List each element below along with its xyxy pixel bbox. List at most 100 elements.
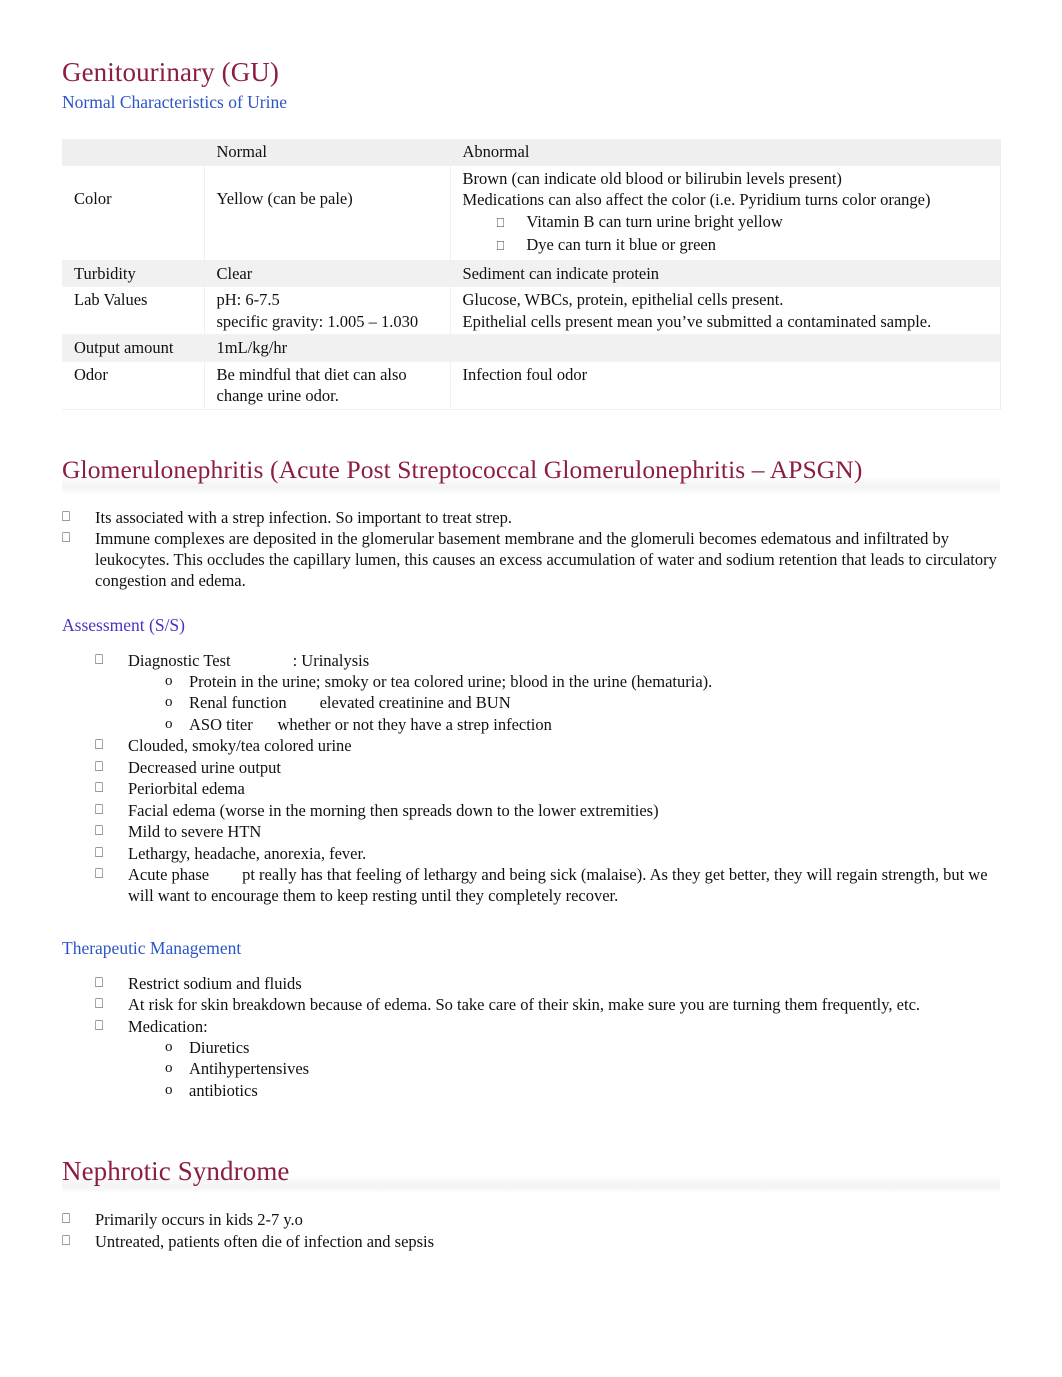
bullet-o-icon: o xyxy=(165,1060,173,1076)
medication-sub-list: o Diuretics o Antihypertensives o antibi… xyxy=(161,1037,1000,1101)
row-abnormal-turbidity: Sediment can indicate protein xyxy=(450,260,1001,287)
list-item: o ASO titer whether or not they have a s… xyxy=(161,714,1000,735)
page-title: Genitourinary (GU) xyxy=(62,57,279,87)
bullet-box-icon: ⎕ xyxy=(95,780,104,796)
row-label-color: Color xyxy=(62,165,205,261)
table-row: Odor Be mindful that diet can also chang… xyxy=(62,361,1001,410)
bullet-box-icon: ⎕ xyxy=(62,1211,71,1227)
diagnostic-test-label: Diagnostic Test xyxy=(128,650,231,670)
list-item-label: ASO titer whether or not they have a str… xyxy=(189,714,552,734)
subsection-heading-therapeutic-management: Therapeutic Management xyxy=(62,937,242,958)
list-item-label: Decreased urine output xyxy=(128,757,282,777)
row-label-lab-values: Lab Values xyxy=(62,286,205,335)
table-row: Lab Values pH: 6-7.5 specific gravity: 1… xyxy=(62,286,1001,335)
row-normal-output-amount: 1mL/kg/hr xyxy=(204,334,451,362)
list-item-label: Clouded, smoky/tea colored urine xyxy=(128,736,352,755)
list-item: ⎕ Mild to severe HTN xyxy=(95,821,1000,842)
bullet-o-icon: o xyxy=(165,715,173,732)
assessment-list: ⎕ Diagnostic Test : Urinalysis o Protein … xyxy=(95,650,1000,907)
list-item: ⎕ Primarily occurs in kids 2-7 y.o xyxy=(62,1209,1000,1230)
bullet-box-icon: ⎕ xyxy=(95,844,104,861)
table-row: Turbidity Clear Sediment can indicate pr… xyxy=(62,260,1001,287)
abnormal-sub-bullet: ⎕ Vitamin B can turn urine bright yellow xyxy=(496,211,783,231)
list-item: o Diuretics xyxy=(161,1037,1000,1058)
list-item-label: Restrict sodium and fluids xyxy=(128,973,302,993)
bullet-box-icon: ⎕ xyxy=(95,737,104,753)
row-label-output-amount: Output amount xyxy=(62,334,205,362)
list-item-label: Acute phase pt really has that feeling o… xyxy=(128,865,992,905)
list-item-label: Periorbital edema xyxy=(128,779,245,798)
list-item: ⎕ Lethargy, headache, anorexia, fever. xyxy=(95,843,1000,864)
abnormal-sub-bullet: ⎕ Dye can turn it blue or green xyxy=(496,235,717,254)
col-header-abnormal: Abnormal xyxy=(450,139,1001,166)
table-header-row: Normal Abnormal xyxy=(62,139,1001,166)
table-row: Output amount 1mL/kg/hr xyxy=(62,334,1001,362)
list-item: ⎕ Decreased urine output xyxy=(95,757,1000,778)
row-abnormal-odor: Infection foul odor xyxy=(450,361,1001,410)
list-item: ⎕ Periorbital edema xyxy=(95,778,1000,799)
list-item: ⎕ Facial edema (worse in the morning the… xyxy=(95,800,1000,821)
row-normal-color: Yellow (can be pale) xyxy=(204,165,451,261)
bullet-box-icon: ⎕ xyxy=(95,801,104,818)
section-heading-nephrotic-syndrome: Nephrotic Syndrome xyxy=(62,1156,290,1186)
row-abnormal-output-amount xyxy=(450,334,1001,362)
row-label-turbidity: Turbidity xyxy=(62,260,205,287)
glomerulonephritis-intro-list: ⎕ Its associated with a strep infection.… xyxy=(62,507,1000,592)
list-item: ⎕ Untreated, patients often die of infec… xyxy=(62,1231,1000,1252)
bullet-box-icon: ⎕ xyxy=(95,1017,104,1034)
list-item: ⎕ Clouded, smoky/tea colored urine xyxy=(95,735,1000,756)
list-item: ⎕ Acute phase pt really has that feeling… xyxy=(95,864,1000,906)
list-item: o Protein in the urine; smoky or tea col… xyxy=(161,671,1000,692)
list-item-label: antibiotics xyxy=(189,1080,258,1100)
therapeutic-management-list: ⎕ Restrict sodium and fluids ⎕ At risk f… xyxy=(95,973,1000,1101)
bullet-box-icon: ⎕ xyxy=(95,651,104,668)
bullet-box-icon: ⎕ xyxy=(95,823,104,839)
list-item-label: Untreated, patients often die of infecti… xyxy=(95,1231,435,1251)
bullet-box-icon: ⎕ xyxy=(496,239,505,254)
list-item: ⎕ Its associated with a strep infection.… xyxy=(62,507,1000,528)
list-item-label: Protein in the urine; smoky or tea color… xyxy=(189,671,713,691)
bullet-o-icon: o xyxy=(165,1038,173,1055)
nephrotic-list: ⎕ Primarily occurs in kids 2-7 y.o ⎕ Unt… xyxy=(62,1209,1000,1252)
bullet-box-icon: ⎕ xyxy=(95,996,104,1012)
diagnostic-sub-list: o Protein in the urine; smoky or tea col… xyxy=(161,671,1000,735)
bullet-box-icon: ⎕ xyxy=(62,508,71,525)
list-item: ⎕ At risk for skin breakdown because of … xyxy=(95,994,1000,1015)
diagnostic-test-value: : Urinalysis xyxy=(292,650,370,670)
bullet-box-icon: ⎕ xyxy=(95,974,104,991)
list-item-label: Renal function elevated creatinine and B… xyxy=(189,693,511,712)
list-item-label: At risk for skin breakdown because of ed… xyxy=(128,995,921,1014)
abnormal-line: Medications can also affect the color (i… xyxy=(462,190,931,209)
list-item: ⎕ Immune complexes are deposited in the … xyxy=(62,528,1000,591)
bullet-box-icon: ⎕ xyxy=(496,215,505,231)
abnormal-line: Glucose, WBCs, protein, epithelial cells… xyxy=(462,290,784,309)
list-item-label: Primarily occurs in kids 2-7 y.o xyxy=(95,1210,303,1229)
urine-characteristics-table-wrapper: Normal Abnormal Color Yellow (can be pal… xyxy=(62,139,1001,410)
row-abnormal-lab-values: Glucose, WBCs, protein, epithelial cells… xyxy=(450,286,1001,335)
bullet-o-icon: o xyxy=(165,672,173,689)
row-label-odor: Odor xyxy=(62,361,205,410)
bullet-o-icon: o xyxy=(165,1081,173,1098)
list-item-label: Mild to severe HTN xyxy=(128,822,262,841)
bullet-box-icon: ⎕ xyxy=(95,866,104,882)
subsection-heading-assessment: Assessment (S/S) xyxy=(62,614,185,635)
document-page: Genitourinary (GU) Normal Characteristic… xyxy=(0,0,1062,1377)
list-item: ⎕ Restrict sodium and fluids xyxy=(95,973,1000,994)
col-header-blank xyxy=(62,139,205,166)
bullet-o-icon: o xyxy=(165,694,173,710)
list-item-label: Antihypertensives xyxy=(189,1059,310,1078)
list-item-label: Its associated with a strep infection. S… xyxy=(95,507,512,527)
list-item: o Antihypertensives xyxy=(161,1058,1000,1079)
abnormal-line: Brown (can indicate old blood or bilirub… xyxy=(462,168,842,188)
section-heading-glomerulonephritis: Glomerulonephritis (Acute Post Streptoco… xyxy=(62,454,863,484)
list-item: o antibiotics xyxy=(161,1080,1000,1101)
bullet-box-icon: ⎕ xyxy=(62,1232,71,1249)
bullet-box-icon: ⎕ xyxy=(62,530,71,546)
table-row: Color Yellow (can be pale) Brown (can in… xyxy=(62,165,1001,261)
col-header-normal: Normal xyxy=(204,139,451,166)
row-normal-turbidity: Clear xyxy=(204,260,451,287)
list-item-label: Diuretics xyxy=(189,1037,250,1057)
list-item-medication: ⎕ Medication: o Diuretics o Antihyperten… xyxy=(95,1016,1000,1101)
list-item-label: Medication: xyxy=(128,1016,208,1036)
abnormal-line: Epithelial cells present mean you’ve sub… xyxy=(462,311,932,331)
